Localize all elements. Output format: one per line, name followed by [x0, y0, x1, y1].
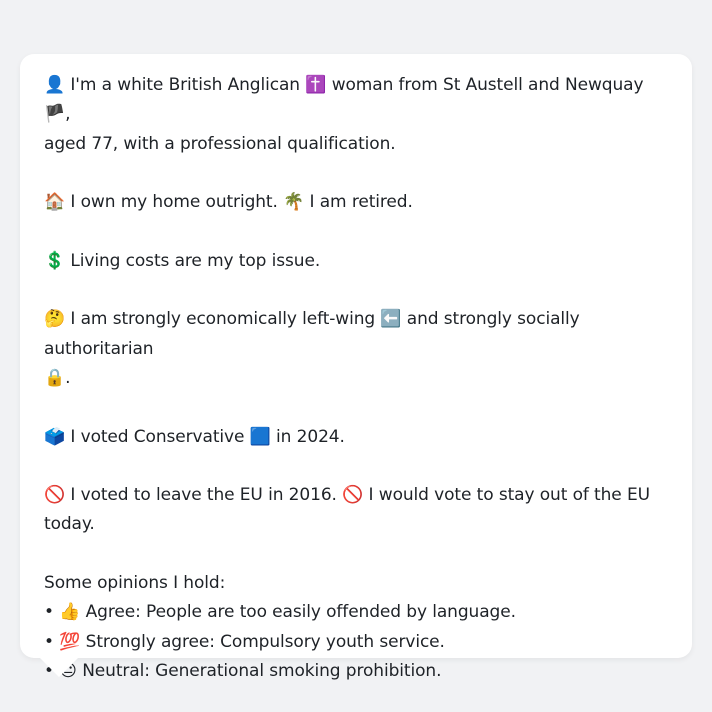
- opinions-heading: Some opinions I hold:: [44, 573, 226, 594]
- ideology-text-a: I am strongly economically left-wing: [70, 309, 376, 330]
- england-flag-icon: 🏴: [44, 104, 66, 125]
- thumbs-up-icon: 👍: [59, 602, 81, 623]
- issue-text: Living costs are my top issue.: [70, 250, 321, 271]
- eu-line-2: today.: [44, 514, 95, 535]
- dollar-icon: 💲: [44, 250, 66, 271]
- eu-line-1: 🚫 I voted to leave the EU in 2016. 🚫 I w…: [44, 481, 668, 510]
- ideology-line-1: 🤔 I am strongly economically left-wing ⬅…: [44, 305, 668, 364]
- intro-paragraph: 👤 I'm a white British Anglican ✝️ woman …: [44, 71, 668, 159]
- blue-square-icon: 🟦: [249, 426, 271, 447]
- ideology-paragraph: 🤔 I am strongly economically left-wing ⬅…: [44, 305, 668, 393]
- palm-tree-icon: 🌴: [283, 192, 305, 213]
- opinions-paragraph: Some opinions I hold: • 👍 Agree: People …: [44, 569, 668, 686]
- opinion-item: • 👍 Agree: People are too easily offende…: [44, 598, 668, 627]
- ideology-end: .: [65, 367, 71, 388]
- bubble-tail: [40, 658, 78, 677]
- eu-text-b: I would vote to stay out of the EU: [368, 485, 651, 506]
- retired-text: I am retired.: [309, 192, 413, 213]
- prohibited-icon: 🚫: [44, 485, 66, 506]
- vote-paragraph: 🗳️ I voted Conservative 🟦 in 2024.: [44, 423, 668, 452]
- bullet: •: [44, 602, 54, 623]
- intro-text-b: woman from St Austell and Newquay: [331, 75, 644, 95]
- intro-text-c: ,: [65, 104, 71, 125]
- home-text: I own my home outright.: [70, 192, 278, 213]
- thinking-face-icon: 🤔: [44, 309, 66, 330]
- eu-paragraph: 🚫 I voted to leave the EU in 2016. 🚫 I w…: [44, 481, 668, 540]
- ideology-line-2: 🔒.: [44, 364, 668, 393]
- left-arrow-icon: ⬅️: [380, 309, 402, 330]
- hundred-points-icon: 💯: [59, 631, 81, 652]
- opinion-item: • 💯 Strongly agree: Compulsory youth ser…: [44, 628, 668, 657]
- home-paragraph: 🏠 I own my home outright. 🌴 I am retired…: [44, 188, 668, 217]
- opinion-text: Neutral: Generational smoking prohibitio…: [82, 660, 442, 681]
- intro-text-a: I'm a white British Anglican: [70, 75, 300, 95]
- intro-line-1: 👤 I'm a white British Anglican ✝️ woman …: [44, 71, 668, 130]
- vote-text-b: in 2024.: [276, 426, 345, 447]
- person-icon: 👤: [44, 75, 66, 95]
- chat-message-bubble: 👤 I'm a white British Anglican ✝️ woman …: [20, 54, 692, 681]
- cross-icon: ✝️: [305, 75, 327, 95]
- issue-paragraph: 💲 Living costs are my top issue.: [44, 247, 668, 276]
- prohibited-icon-2: 🚫: [342, 485, 364, 506]
- opinion-text: Strongly agree: Compulsory youth service…: [85, 631, 445, 652]
- vote-text-a: I voted Conservative: [70, 426, 245, 447]
- eu-text-a: I voted to leave the EU in 2016.: [70, 485, 337, 506]
- bullet: •: [44, 631, 54, 652]
- intro-line-2: aged 77, with a professional qualificati…: [44, 133, 396, 154]
- opinion-text: Agree: People are too easily offended by…: [85, 602, 516, 623]
- opinion-item: • 😐 Neutral: Generational smoking prohib…: [44, 657, 668, 686]
- lock-icon: 🔒: [44, 367, 66, 388]
- house-icon: 🏠: [44, 192, 66, 213]
- ballot-box-icon: 🗳️: [44, 426, 66, 447]
